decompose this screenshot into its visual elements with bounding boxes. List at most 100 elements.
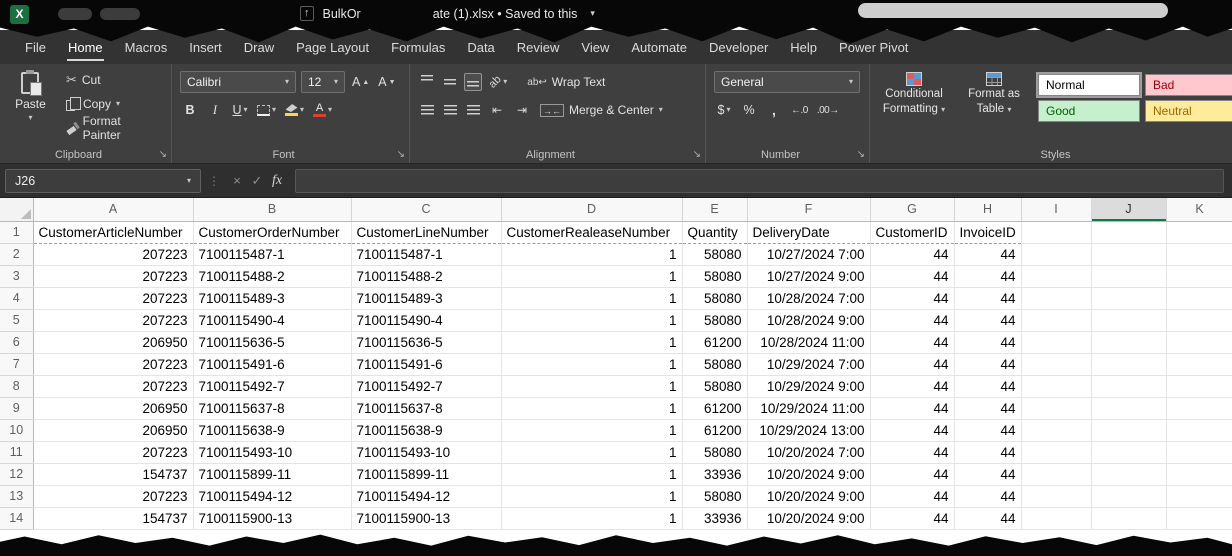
decrease-font-size-button[interactable]: A▼ [376,72,397,92]
cell-J5[interactable] [1091,309,1166,331]
cell-D3[interactable]: 1 [501,265,682,287]
cell-B12[interactable]: 7100115899-11 [193,463,351,485]
cell-K14[interactable] [1166,507,1232,529]
paste-button[interactable]: Paste ▾ [8,70,53,145]
cell-G3[interactable]: 44 [870,265,954,287]
cell-J8[interactable] [1091,375,1166,397]
cell-B10[interactable]: 7100115638-9 [193,419,351,441]
cell-I6[interactable] [1021,331,1091,353]
number-dialog-launcher[interactable]: ↘ [857,149,865,160]
select-all-corner[interactable] [0,198,33,221]
decrease-decimal-button[interactable]: .00→ [815,100,841,120]
cell-G7[interactable]: 44 [870,353,954,375]
conditional-formatting-button[interactable]: Conditional Formatting ▾ [878,70,950,145]
row-header-3[interactable]: 3 [0,265,33,287]
cell-D5[interactable]: 1 [501,309,682,331]
alignment-dialog-launcher[interactable]: ↘ [693,149,701,160]
cell-B7[interactable]: 7100115491-6 [193,353,351,375]
cell-H11[interactable]: 44 [954,441,1021,463]
column-header-J[interactable]: J [1091,198,1166,221]
cell-H2[interactable]: 44 [954,243,1021,265]
cell-A12[interactable]: 154737 [33,463,193,485]
cell-J11[interactable] [1091,441,1166,463]
cell-A4[interactable]: 207223 [33,287,193,309]
row-header-11[interactable]: 11 [0,441,33,463]
cell-J4[interactable] [1091,287,1166,309]
accounting-format-button[interactable]: $ ▾ [714,100,734,120]
row-header-7[interactable]: 7 [0,353,33,375]
cell-C5[interactable]: 7100115490-4 [351,309,501,331]
cell-E2[interactable]: 58080 [682,243,747,265]
cell-G1[interactable]: CustomerID [870,221,954,243]
cell-D10[interactable]: 1 [501,419,682,441]
name-box[interactable]: J26 ▾ [5,169,201,193]
cell-E11[interactable]: 58080 [682,441,747,463]
wrap-text-button[interactable]: ab↩ Wrap Text [524,72,608,92]
cell-D9[interactable]: 1 [501,397,682,419]
cell-A13[interactable]: 207223 [33,485,193,507]
cell-I4[interactable] [1021,287,1091,309]
cell-D6[interactable]: 1 [501,331,682,353]
cell-K5[interactable] [1166,309,1232,331]
cell-F3[interactable]: 10/27/2024 9:00 [747,265,870,287]
cell-K4[interactable] [1166,287,1232,309]
cell-I14[interactable] [1021,507,1091,529]
italic-button[interactable]: I [205,100,225,120]
bold-button[interactable]: B [180,100,200,120]
cell-D11[interactable]: 1 [501,441,682,463]
cell-G9[interactable]: 44 [870,397,954,419]
row-header-4[interactable]: 4 [0,287,33,309]
cell-I5[interactable] [1021,309,1091,331]
cell-G13[interactable]: 44 [870,485,954,507]
row-header-5[interactable]: 5 [0,309,33,331]
cell-D12[interactable]: 1 [501,463,682,485]
merge-center-button[interactable]: →← Merge & Center ▾ [537,100,666,120]
row-header-2[interactable]: 2 [0,243,33,265]
cell-C10[interactable]: 7100115638-9 [351,419,501,441]
column-header-K[interactable]: K [1166,198,1232,221]
cell-B9[interactable]: 7100115637-8 [193,397,351,419]
cell-E12[interactable]: 33936 [682,463,747,485]
cell-K6[interactable] [1166,331,1232,353]
cell-B11[interactable]: 7100115493-10 [193,441,351,463]
cell-C11[interactable]: 7100115493-10 [351,441,501,463]
cell-K9[interactable] [1166,397,1232,419]
cell-B8[interactable]: 7100115492-7 [193,375,351,397]
excel-app-icon[interactable]: X [10,5,29,24]
column-header-D[interactable]: D [501,198,682,221]
cell-E5[interactable]: 58080 [682,309,747,331]
cut-button[interactable]: ✂ Cut [63,70,163,90]
cell-A14[interactable]: 154737 [33,507,193,529]
cell-A6[interactable]: 206950 [33,331,193,353]
cell-F9[interactable]: 10/29/2024 11:00 [747,397,870,419]
row-header-14[interactable]: 14 [0,507,33,529]
cell-K2[interactable] [1166,243,1232,265]
format-painter-button[interactable]: Format Painter [63,118,163,138]
decrease-indent-button[interactable]: ⇤ [487,100,507,120]
cancel-button[interactable]: × [227,173,247,188]
column-header-I[interactable]: I [1021,198,1091,221]
cell-C2[interactable]: 7100115487-1 [351,243,501,265]
cell-C12[interactable]: 7100115899-11 [351,463,501,485]
cell-K8[interactable] [1166,375,1232,397]
cell-J12[interactable] [1091,463,1166,485]
cell-B14[interactable]: 7100115900-13 [193,507,351,529]
cell-G5[interactable]: 44 [870,309,954,331]
row-header-6[interactable]: 6 [0,331,33,353]
cell-H4[interactable]: 44 [954,287,1021,309]
insert-function-button[interactable]: fx [267,173,287,189]
cell-H14[interactable]: 44 [954,507,1021,529]
cell-F14[interactable]: 10/20/2024 9:00 [747,507,870,529]
cell-C8[interactable]: 7100115492-7 [351,375,501,397]
cell-G4[interactable]: 44 [870,287,954,309]
enter-button[interactable]: ✓ [247,173,267,189]
column-header-C[interactable]: C [351,198,501,221]
cell-J9[interactable] [1091,397,1166,419]
cell-D2[interactable]: 1 [501,243,682,265]
cell-E8[interactable]: 58080 [682,375,747,397]
cell-F6[interactable]: 10/28/2024 11:00 [747,331,870,353]
cell-G14[interactable]: 44 [870,507,954,529]
cell-H8[interactable]: 44 [954,375,1021,397]
cell-K13[interactable] [1166,485,1232,507]
cell-C6[interactable]: 7100115636-5 [351,331,501,353]
